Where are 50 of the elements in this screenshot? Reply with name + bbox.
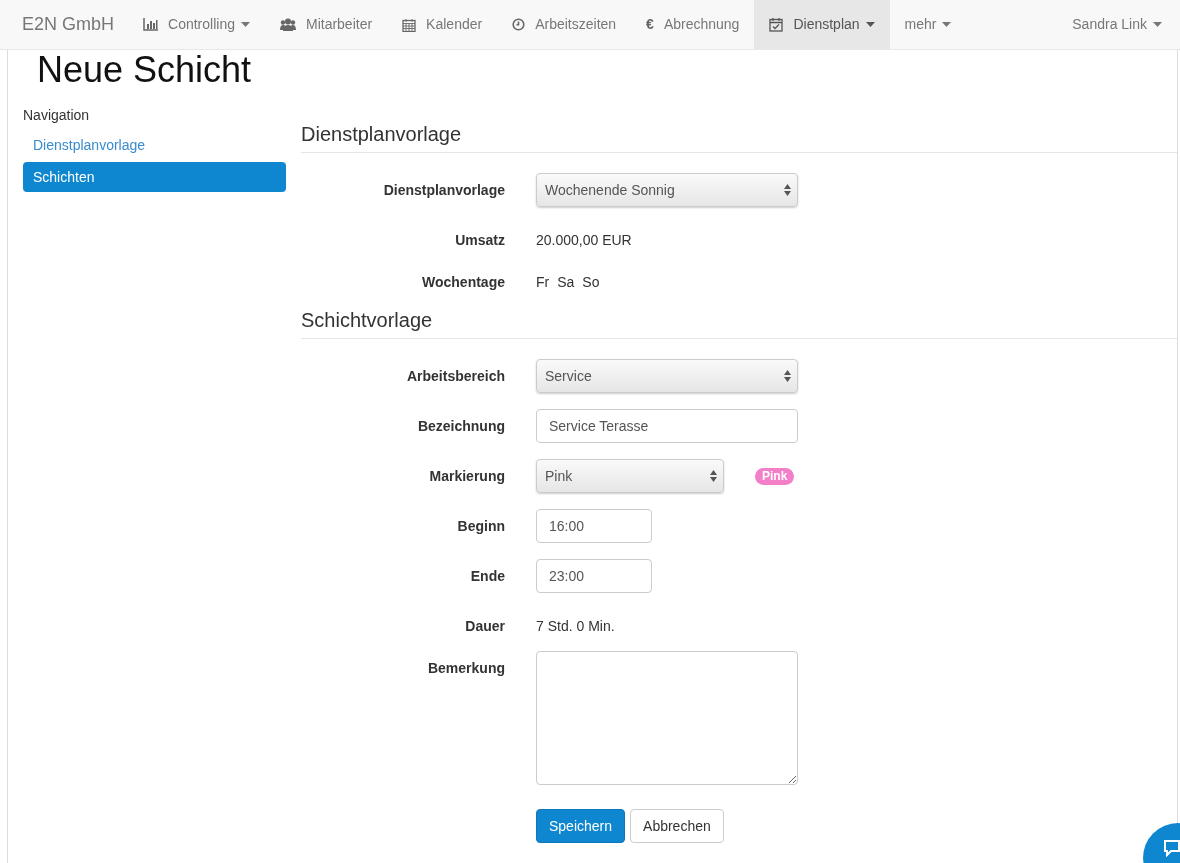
calendar-icon xyxy=(402,17,417,32)
nav-item[interactable]: Dienstplan xyxy=(754,0,890,49)
nav-item[interactable]: Kalender xyxy=(387,0,498,49)
section-heading: Schichtvorlage xyxy=(301,307,1177,339)
nav-item[interactable]: Controlling xyxy=(128,0,265,49)
field-label: Ende xyxy=(469,567,505,586)
field-label: Dienstplanvorlage xyxy=(382,181,505,200)
users-icon xyxy=(279,18,296,31)
field-label: Dauer xyxy=(464,617,505,636)
sidebar-item[interactable]: Schichten xyxy=(23,162,286,192)
weekday-text: Sa xyxy=(557,272,575,292)
nav-item[interactable]: Arbeitszeiten xyxy=(497,0,632,49)
select-field[interactable]: Pink xyxy=(536,459,724,493)
field-label: Bezeichnung xyxy=(416,417,505,436)
field-label: Wochentage xyxy=(421,273,505,292)
select-field[interactable]: Service xyxy=(536,359,798,393)
field-label: Umsatz xyxy=(454,231,505,250)
save-button[interactable]: Speichern xyxy=(536,809,626,843)
calendar-check-icon xyxy=(769,17,784,32)
nav-item[interactable]: € Abrechnung xyxy=(631,0,755,49)
time-field[interactable]: 23:00 xyxy=(536,559,652,593)
time-field[interactable]: 16:00 xyxy=(536,509,652,543)
user-menu[interactable]: Sandra Link xyxy=(1072,0,1180,49)
field-value: 20.000,00 EUR xyxy=(536,230,632,250)
select-arrows-icon xyxy=(784,184,791,196)
field-label: Beginn xyxy=(456,517,505,536)
color-badge: Pink xyxy=(755,467,795,485)
field-value: 7 Std. 0 Min. xyxy=(536,616,615,636)
select-arrows-icon xyxy=(784,370,791,382)
euro-icon: € xyxy=(646,14,654,35)
section-heading: Dienstplanvorlage xyxy=(301,121,1177,153)
field-label: Arbeitsbereich xyxy=(405,367,505,386)
sidebar-item[interactable]: Dienstplanvorlage xyxy=(23,130,286,160)
weekday-text: So xyxy=(582,272,600,292)
select-field[interactable]: Wochenende Sonnig xyxy=(536,173,798,207)
nav-item[interactable]: mehr xyxy=(889,0,967,49)
chart-icon xyxy=(143,18,159,31)
input-field[interactable]: Service Terasse xyxy=(536,409,798,443)
cancel-button[interactable]: Abbrechen xyxy=(630,809,724,843)
clock-icon xyxy=(512,18,526,31)
brand-link[interactable]: E2N GmbH xyxy=(0,0,129,49)
nav-item[interactable]: Mitarbeiter xyxy=(264,0,388,49)
comment-field[interactable] xyxy=(536,651,798,785)
field-label: Bemerkung xyxy=(426,659,505,678)
chat-icon xyxy=(1163,839,1180,857)
select-arrows-icon xyxy=(710,470,717,482)
sidebar-heading: Navigation xyxy=(23,106,91,125)
page-title: Neue Schicht xyxy=(36,50,253,88)
field-label: Markierung xyxy=(428,467,505,486)
weekday-text: Fr xyxy=(536,272,550,292)
